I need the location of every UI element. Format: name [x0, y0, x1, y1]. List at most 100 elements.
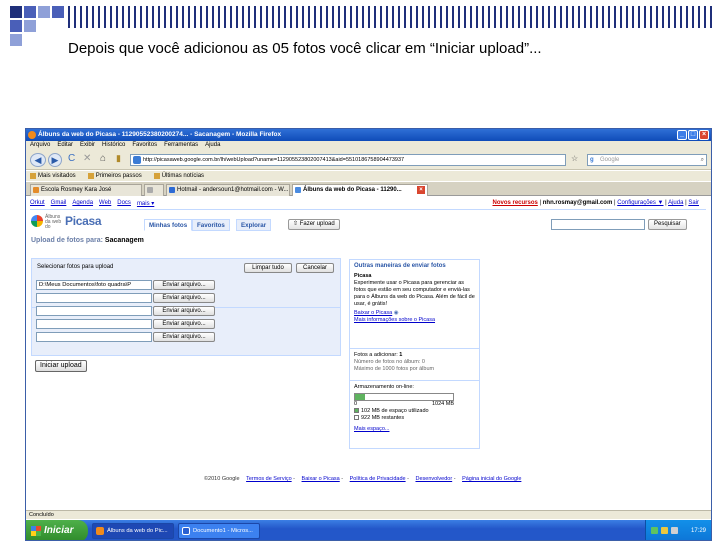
- user-email: nhn.rosmay@gmail.com: [542, 200, 613, 206]
- cancel-button[interactable]: Cancelar: [296, 263, 334, 273]
- star-icon[interactable]: ☆: [571, 154, 578, 163]
- link-agenda[interactable]: Agenda: [72, 200, 93, 207]
- max-photos: Máximo de 1000 fotos por álbum: [354, 366, 435, 372]
- link-gmail[interactable]: Gmail: [51, 200, 67, 207]
- bookmarks-bar: Mais visitados Primeiros passos Últimas …: [26, 171, 711, 181]
- back-icon[interactable]: ◀: [30, 153, 46, 167]
- bookmark-mais-visitados[interactable]: Mais visitados: [30, 171, 76, 181]
- close-icon[interactable]: ×: [699, 130, 709, 140]
- footer-link-developer[interactable]: Desenvolvedor: [415, 476, 452, 482]
- stop-icon[interactable]: ✕: [83, 153, 91, 164]
- volume-icon[interactable]: [661, 527, 668, 534]
- bookmark-ultimas-noticias[interactable]: Últimas notícias: [153, 171, 204, 181]
- tab-close-icon[interactable]: ×: [417, 186, 425, 194]
- footer-link-google-home[interactable]: Página inicial do Google: [462, 476, 521, 482]
- tab-strip: Escola Rosmey Kara José Hotmail - anders…: [26, 182, 711, 196]
- search-icon[interactable]: ⌕: [701, 155, 704, 165]
- tab-favicon: [169, 187, 175, 193]
- menu-exibir[interactable]: Exibir: [80, 141, 95, 150]
- footer-link-terms[interactable]: Termos de Serviço: [246, 476, 292, 482]
- upload-header: Upload de fotos para: Sacanagem: [31, 237, 144, 244]
- settings-link[interactable]: Configurações ▼: [617, 200, 663, 206]
- navigation-toolbar: ◀ ▶ C ✕ ⌂ ▮ http://picasaweb.google.com.…: [26, 150, 711, 170]
- page-icon: [87, 173, 94, 179]
- search-button[interactable]: Pesquisar: [648, 219, 687, 230]
- tab-favicon: [33, 187, 39, 193]
- other-ways-text: Experimente usar o Picasa para gerenciar…: [354, 280, 475, 307]
- browse-button[interactable]: Enviar arquivo...: [153, 319, 215, 329]
- browse-button[interactable]: Enviar arquivo...: [153, 306, 215, 316]
- word-icon: [182, 527, 190, 535]
- menu-editar[interactable]: Editar: [57, 141, 73, 150]
- picasa-logo[interactable]: Álbuns da web do Picasa: [31, 214, 111, 230]
- menu-ferramentas[interactable]: Ferramentas: [164, 141, 198, 150]
- link-web[interactable]: Web: [99, 200, 111, 207]
- storage-min: 0: [354, 401, 358, 407]
- link-orkut[interactable]: Orkut: [30, 200, 45, 207]
- home-icon[interactable]: ⌂: [100, 153, 106, 164]
- footer-link-privacy[interactable]: Política de Privacidade: [350, 476, 406, 482]
- menu-ajuda[interactable]: Ajuda: [205, 141, 220, 150]
- signout-link[interactable]: Sair: [688, 200, 699, 206]
- network-icon[interactable]: [651, 527, 658, 534]
- search-placeholder: Google: [600, 157, 620, 163]
- taskbar-item-word[interactable]: Documento1 - Micros...: [178, 523, 260, 539]
- file-input[interactable]: D:\Meus Documentos\foto quadra\P: [36, 280, 152, 290]
- minimize-icon[interactable]: _: [677, 130, 687, 140]
- file-input[interactable]: [36, 319, 152, 329]
- page-footer: ©2010 Google Termos de Serviço - Baixar …: [204, 476, 522, 482]
- maximize-icon[interactable]: □: [688, 130, 698, 140]
- browse-button[interactable]: Enviar arquivo...: [153, 332, 215, 342]
- tab-blank[interactable]: [144, 184, 164, 196]
- footer-link-download[interactable]: Baixar o Picasa: [302, 476, 340, 482]
- taskbar-item-picasa[interactable]: Álbuns da web do Pic...: [92, 523, 174, 539]
- menu-favoritos[interactable]: Favoritos: [132, 141, 157, 150]
- tab-hotmail[interactable]: Hotmail - andersoun1@hotmail.com - W...: [166, 184, 290, 196]
- more-space-link[interactable]: Mais espaço...: [354, 426, 475, 433]
- tab-escola[interactable]: Escola Rosmey Kara José: [30, 184, 142, 196]
- bookmark-icon[interactable]: ▮: [116, 153, 121, 164]
- clear-all-button[interactable]: Limpar tudo: [244, 263, 292, 273]
- browse-button[interactable]: Enviar arquivo...: [153, 280, 215, 290]
- file-input[interactable]: [36, 332, 152, 342]
- upload-button[interactable]: ⇧ Fazer upload: [288, 219, 340, 230]
- start-upload-button[interactable]: Iniciar upload: [35, 360, 87, 372]
- photos-in-album: Número de fotos no álbum: 0: [354, 359, 425, 365]
- forward-icon[interactable]: ▶: [48, 153, 62, 167]
- tab-favoritos[interactable]: Favoritos: [192, 219, 230, 231]
- link-mais[interactable]: mais ▾: [137, 200, 154, 207]
- menu-historico[interactable]: Histórico: [102, 141, 125, 150]
- bookmark-primeiros-passos[interactable]: Primeiros passos: [87, 171, 142, 181]
- tab-favicon: [147, 187, 153, 193]
- divider: [30, 209, 706, 210]
- photos-to-add-value: 1: [399, 352, 403, 358]
- novos-recursos-link[interactable]: Novos recursos: [492, 200, 537, 206]
- more-info-link[interactable]: Mais informações sobre o Picasa: [354, 317, 475, 324]
- other-ways-box: Outras maneiras de enviar fotos Picasa E…: [349, 259, 480, 349]
- site-favicon: [133, 156, 141, 164]
- picasa-search-input[interactable]: [551, 219, 645, 230]
- file-input[interactable]: [36, 306, 152, 316]
- tab-picasa[interactable]: Álbuns da web do Picasa - 11290... ×: [292, 184, 428, 196]
- search-input[interactable]: g Google ⌕: [587, 154, 707, 166]
- picasa-logo-icon: [31, 215, 43, 227]
- menu-arquivo[interactable]: Arquivo: [30, 141, 50, 150]
- browse-button[interactable]: Enviar arquivo...: [153, 293, 215, 303]
- download-picasa-link[interactable]: Baixar o Picasa: [354, 310, 392, 316]
- help-link[interactable]: Ajuda: [668, 200, 683, 206]
- tray-app-icon[interactable]: [671, 527, 678, 534]
- url-bar[interactable]: http://picasaweb.google.com.br/lh/webUpl…: [130, 154, 566, 166]
- copyright: ©2010 Google: [204, 476, 240, 482]
- browser-screenshot: Álbuns da web do Picasa - 11290552380200…: [25, 128, 712, 541]
- storage-box: Armazenamento on-line: 0 1024 MB 102 MB …: [349, 381, 480, 449]
- file-input[interactable]: [36, 293, 152, 303]
- link-docs[interactable]: Docs: [117, 200, 131, 207]
- storage-max: 1024 MB: [431, 401, 454, 407]
- tab-explorar[interactable]: Explorar: [236, 219, 272, 231]
- storage-used: 102 MB de espaço utilizado: [361, 408, 429, 414]
- reload-icon[interactable]: C: [68, 153, 75, 164]
- start-button[interactable]: Iniciar: [26, 520, 88, 540]
- album-name: Sacanagem: [104, 237, 144, 244]
- tab-minhas-fotos[interactable]: Minhas fotos: [144, 219, 193, 231]
- menu-bar: Arquivo Editar Exibir Histórico Favorito…: [26, 141, 711, 150]
